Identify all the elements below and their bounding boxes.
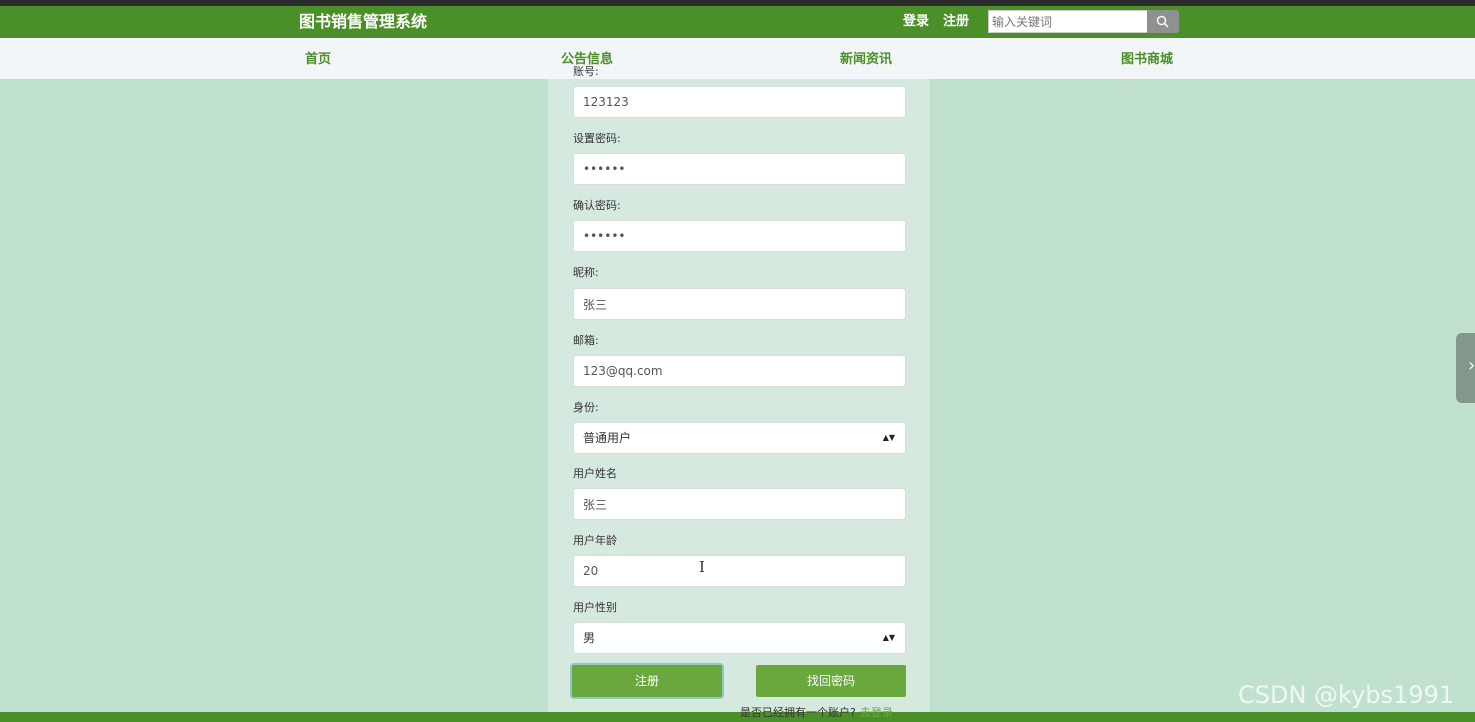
account-label: 账号: [573, 65, 599, 78]
nav-item-news[interactable]: 新闻资讯 [840, 52, 892, 68]
go-login-link[interactable]: 去登录 [860, 706, 893, 719]
login-prompt: 是否已经拥有一个账户? 去登录 [740, 706, 893, 720]
account-input[interactable] [573, 86, 906, 118]
side-panel-toggle[interactable]: › [1456, 333, 1475, 403]
role-select[interactable]: 普通用户 ▲▼ [573, 422, 906, 454]
search-button[interactable] [1147, 10, 1179, 33]
select-arrows-icon: ▲▼ [882, 633, 895, 642]
top-header: 图书销售管理系统 登录 注册 [0, 6, 1475, 38]
nickname-label: 昵称: [573, 266, 599, 279]
role-label: 身份: [573, 401, 599, 414]
main-nav: 首页 公告信息 新闻资讯 图书商城 [0, 38, 1475, 79]
user-age-input[interactable] [573, 555, 906, 587]
confirm-password-label: 确认密码: [573, 199, 621, 212]
email-label: 邮箱: [573, 334, 599, 347]
recover-password-button[interactable]: 找回密码 [756, 665, 906, 697]
user-name-label: 用户姓名 [573, 467, 617, 480]
confirm-password-input[interactable] [573, 220, 906, 252]
gender-select[interactable]: 男 ▲▼ [573, 622, 906, 654]
gender-select-value: 男 [583, 631, 596, 645]
login-prompt-question: 是否已经拥有一个账户? [740, 706, 856, 719]
user-name-input[interactable] [573, 488, 906, 520]
magnifier-icon [1156, 15, 1169, 28]
text-cursor-icon: I [699, 558, 705, 576]
select-arrows-icon: ▲▼ [882, 433, 895, 442]
email-input[interactable] [573, 355, 906, 387]
user-age-label: 用户年龄 [573, 534, 617, 547]
register-link[interactable]: 注册 [943, 14, 969, 30]
site-brand: 图书销售管理系统 [299, 12, 428, 31]
user-gender-label: 用户性别 [573, 601, 617, 614]
role-select-value: 普通用户 [583, 431, 632, 445]
register-button[interactable]: 注册 [572, 665, 722, 697]
nav-item-home[interactable]: 首页 [305, 52, 331, 68]
chevron-right-icon: › [1468, 355, 1475, 376]
nickname-input[interactable] [573, 288, 906, 320]
bottom-bar [0, 712, 1475, 722]
login-link[interactable]: 登录 [903, 14, 929, 30]
password-input[interactable] [573, 153, 906, 185]
password-label: 设置密码: [573, 132, 621, 145]
nav-item-bookstore[interactable]: 图书商城 [1121, 52, 1173, 68]
search-input[interactable] [988, 10, 1148, 33]
watermark: CSDN @kybs1991 [1238, 681, 1455, 709]
